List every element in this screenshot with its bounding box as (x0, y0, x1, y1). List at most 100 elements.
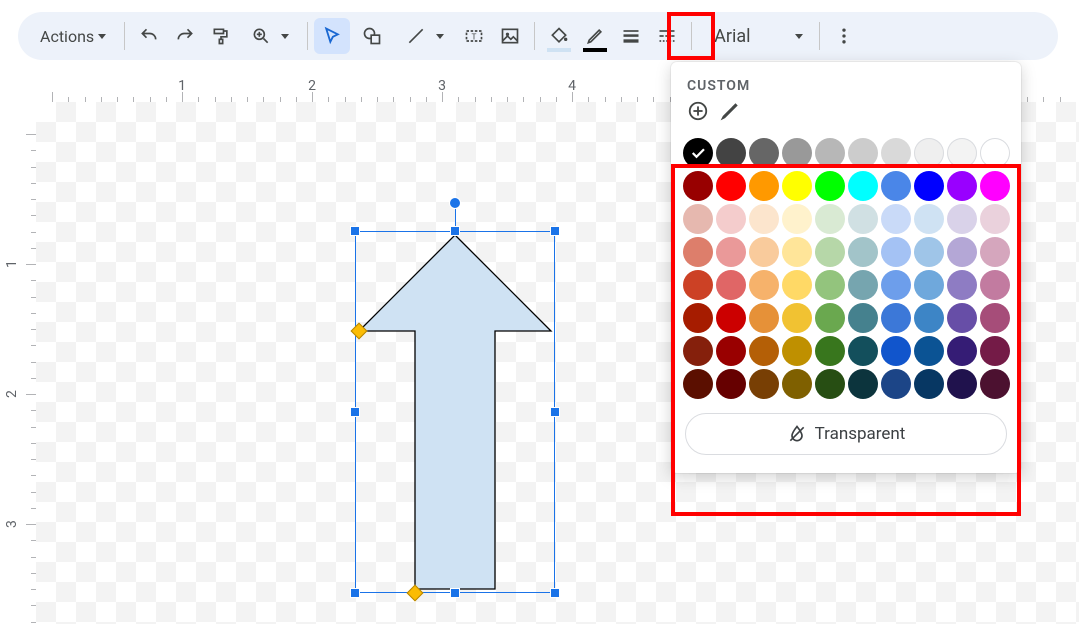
color-swatch[interactable] (782, 303, 812, 333)
color-swatch[interactable] (848, 204, 878, 234)
zoom-menu[interactable] (239, 18, 301, 54)
color-swatch[interactable] (716, 303, 746, 333)
color-swatch[interactable] (782, 369, 812, 399)
color-swatch[interactable] (881, 270, 911, 300)
color-swatch[interactable] (749, 336, 779, 366)
redo-button[interactable] (167, 18, 203, 54)
color-swatch[interactable] (749, 138, 779, 168)
color-swatch[interactable] (980, 204, 1010, 234)
color-swatch[interactable] (716, 204, 746, 234)
color-swatch[interactable] (749, 171, 779, 201)
color-swatch[interactable] (683, 303, 713, 333)
color-swatch[interactable] (914, 237, 944, 267)
color-swatch[interactable] (815, 336, 845, 366)
color-swatch[interactable] (782, 204, 812, 234)
color-swatch[interactable] (914, 336, 944, 366)
paint-format-button[interactable] (203, 18, 239, 54)
rotation-handle[interactable] (449, 197, 461, 209)
color-swatch[interactable] (848, 369, 878, 399)
resize-handle-e[interactable] (550, 407, 560, 417)
color-swatch[interactable] (815, 171, 845, 201)
color-swatch[interactable] (980, 369, 1010, 399)
color-swatch[interactable] (914, 369, 944, 399)
resize-handle-s[interactable] (450, 588, 460, 598)
border-color-button[interactable] (577, 18, 613, 54)
fill-color-button[interactable] (541, 18, 577, 54)
color-swatch[interactable] (815, 303, 845, 333)
color-swatch[interactable] (716, 369, 746, 399)
color-swatch[interactable] (848, 171, 878, 201)
undo-button[interactable] (131, 18, 167, 54)
color-swatch[interactable] (914, 270, 944, 300)
color-swatch[interactable] (881, 237, 911, 267)
color-swatch[interactable] (749, 237, 779, 267)
color-swatch[interactable] (683, 336, 713, 366)
color-swatch[interactable] (947, 270, 977, 300)
color-swatch[interactable] (980, 303, 1010, 333)
color-swatch[interactable] (683, 171, 713, 201)
color-swatch[interactable] (947, 237, 977, 267)
color-swatch[interactable] (815, 369, 845, 399)
color-swatch[interactable] (815, 237, 845, 267)
color-swatch[interactable] (848, 138, 878, 168)
color-swatch[interactable] (716, 171, 746, 201)
add-custom-color-button[interactable] (687, 100, 709, 126)
color-swatch[interactable] (980, 237, 1010, 267)
color-swatch[interactable] (848, 303, 878, 333)
color-swatch[interactable] (749, 204, 779, 234)
color-swatch[interactable] (848, 237, 878, 267)
color-swatch[interactable] (947, 336, 977, 366)
color-swatch[interactable] (881, 303, 911, 333)
color-swatch[interactable] (782, 171, 812, 201)
color-swatch[interactable] (716, 270, 746, 300)
color-swatch[interactable] (683, 369, 713, 399)
color-swatch[interactable] (848, 336, 878, 366)
color-swatch[interactable] (947, 303, 977, 333)
color-swatch[interactable] (980, 336, 1010, 366)
color-swatch[interactable] (914, 204, 944, 234)
color-swatch[interactable] (815, 270, 845, 300)
select-tool[interactable] (314, 18, 350, 54)
color-swatch[interactable] (782, 237, 812, 267)
transparent-button[interactable]: Transparent (685, 413, 1007, 455)
resize-handle-ne[interactable] (550, 226, 560, 236)
color-swatch[interactable] (683, 237, 713, 267)
color-swatch[interactable] (683, 204, 713, 234)
color-swatch[interactable] (914, 171, 944, 201)
textbox-button[interactable]: T (456, 18, 492, 54)
color-swatch[interactable] (881, 204, 911, 234)
color-swatch[interactable] (749, 270, 779, 300)
resize-handle-se[interactable] (550, 588, 560, 598)
color-swatch[interactable] (782, 336, 812, 366)
color-swatch[interactable] (881, 138, 911, 168)
eyedropper-button[interactable] (719, 100, 741, 126)
color-swatch[interactable] (815, 138, 845, 168)
color-swatch[interactable] (683, 270, 713, 300)
color-swatch[interactable] (683, 138, 713, 168)
color-swatch[interactable] (947, 171, 977, 201)
more-button[interactable] (826, 18, 862, 54)
color-swatch[interactable] (716, 336, 746, 366)
color-swatch[interactable] (881, 171, 911, 201)
border-dash-button[interactable] (649, 18, 685, 54)
border-weight-button[interactable] (613, 18, 649, 54)
color-swatch[interactable] (848, 270, 878, 300)
color-swatch[interactable] (914, 138, 944, 168)
font-family-select[interactable]: Arial (698, 18, 812, 54)
color-swatch[interactable] (716, 237, 746, 267)
color-swatch[interactable] (749, 303, 779, 333)
color-swatch[interactable] (881, 336, 911, 366)
image-button[interactable] (492, 18, 528, 54)
color-swatch[interactable] (782, 138, 812, 168)
color-swatch[interactable] (716, 138, 746, 168)
color-swatch[interactable] (947, 204, 977, 234)
color-swatch[interactable] (947, 369, 977, 399)
color-swatch[interactable] (947, 138, 977, 168)
resize-handle-sw[interactable] (350, 588, 360, 598)
selected-shape[interactable] (355, 231, 555, 593)
shape-menu[interactable] (350, 18, 394, 54)
color-swatch[interactable] (980, 171, 1010, 201)
color-swatch[interactable] (914, 303, 944, 333)
color-swatch[interactable] (815, 204, 845, 234)
color-swatch[interactable] (749, 369, 779, 399)
